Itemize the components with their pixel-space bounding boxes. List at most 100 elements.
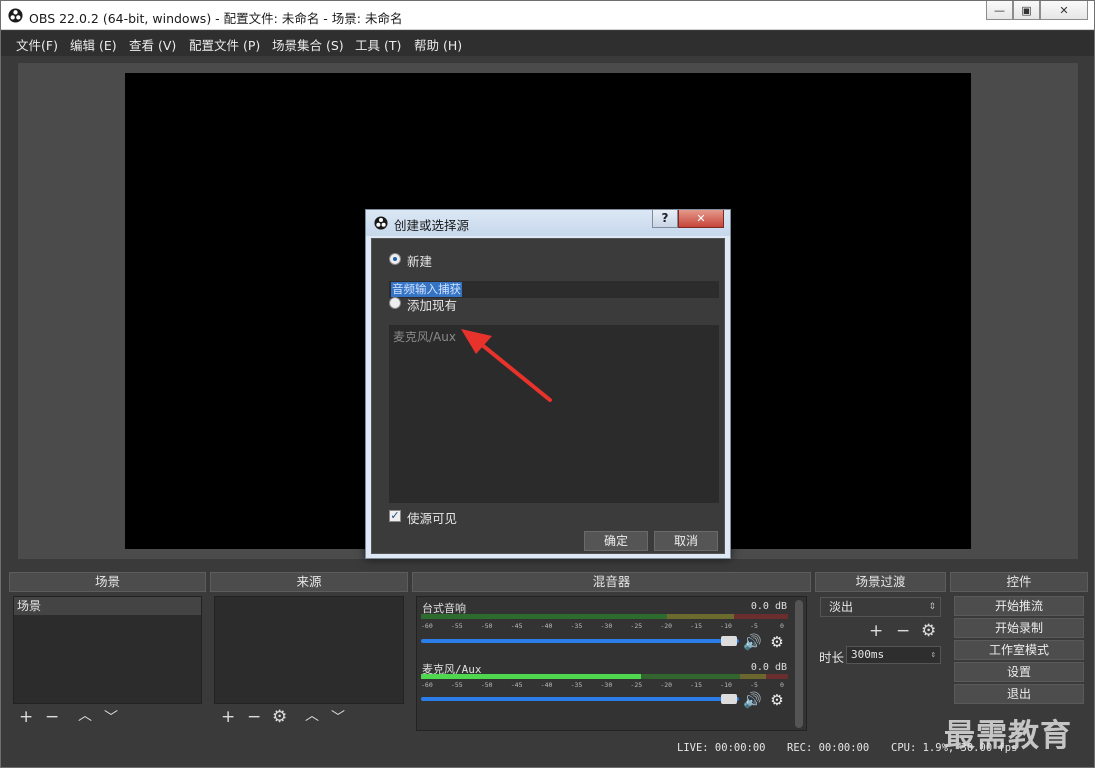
- menu-edit[interactable]: 编辑 (E): [70, 35, 117, 54]
- menu-help[interactable]: 帮助 (H): [414, 35, 462, 54]
- maximize-button[interactable]: ▣: [1013, 1, 1040, 20]
- sources-list[interactable]: [214, 596, 404, 704]
- remove-scene-minus-icon[interactable]: −: [45, 709, 59, 726]
- controls-dock-title: 控件: [950, 572, 1088, 592]
- duration-label: 时长: [819, 650, 845, 665]
- add-scene-plus-icon[interactable]: +: [19, 709, 33, 726]
- new-source-label: 新建: [407, 254, 433, 269]
- volume-meter: [421, 614, 788, 619]
- meter-tick-label: -20: [660, 681, 673, 689]
- start-streaming-button[interactable]: 开始推流: [954, 596, 1084, 616]
- obs-main-window: OBS 22.0.2 (64-bit, windows) - 配置文件: 未命名…: [0, 0, 1095, 768]
- meter-ticks: -60 -55 -50 -45 -40 -35 -30 -25 -20 -15 -10 -5 0: [421, 681, 788, 689]
- menu-tools[interactable]: 工具 (T): [355, 35, 401, 54]
- sources-dock-title: 来源: [210, 572, 408, 592]
- volume-slider-knob[interactable]: [721, 694, 737, 704]
- duration-spinbox[interactable]: 300ms ⇕: [846, 646, 941, 664]
- close-icon: ✕: [696, 212, 706, 225]
- move-scene-down-icon[interactable]: ﹀: [104, 710, 118, 727]
- volume-slider-knob[interactable]: [721, 636, 737, 646]
- meter-tick-label: -45: [510, 622, 523, 630]
- status-bar: LIVE: 00:00:00 REC: 00:00:00 CPU: 1.9%, …: [1, 738, 1094, 768]
- exit-button[interactable]: 退出: [954, 684, 1084, 704]
- ok-button[interactable]: 确定: [584, 531, 648, 551]
- minimize-icon: —: [994, 3, 1005, 17]
- cancel-button[interactable]: 取消: [654, 531, 718, 551]
- dialog-close-button[interactable]: ✕: [678, 210, 724, 228]
- start-recording-button[interactable]: 开始录制: [954, 618, 1084, 638]
- move-source-up-icon[interactable]: ︿: [305, 708, 319, 725]
- meter-tick-label: -10: [720, 622, 732, 630]
- meter-tick-label: -60: [421, 681, 433, 689]
- help-icon: ?: [661, 211, 669, 225]
- speaker-icon[interactable]: 🔊: [743, 691, 762, 709]
- meter-tick-label: -55: [450, 681, 463, 689]
- remove-source-minus-icon[interactable]: −: [247, 709, 261, 726]
- meter-tick-label: -30: [600, 622, 613, 630]
- meter-tick-label: -25: [630, 681, 643, 689]
- add-existing-label: 添加现有: [407, 298, 458, 313]
- transition-select[interactable]: 淡出 ⇕: [820, 597, 941, 617]
- track-db: 0.0 dB: [750, 601, 787, 612]
- combo-arrows-icon: ⇕: [928, 602, 936, 612]
- add-transition-plus-icon[interactable]: +: [869, 623, 883, 640]
- track-settings-gear-icon[interactable]: ⚙: [768, 691, 786, 709]
- annotation-arrow-icon: [461, 329, 552, 402]
- mixer-track-desktop: 台式音响 0.0 dB -60 -55 -50 -45 -40 -35 -30 -25 -20-…: [418, 599, 793, 657]
- meter-tick-label: -50: [480, 622, 493, 630]
- scene-item[interactable]: 场景: [14, 597, 201, 615]
- dialog-help-button[interactable]: ?: [652, 210, 678, 228]
- speaker-icon[interactable]: 🔊: [743, 633, 762, 651]
- mixer-track-mic: 麦克风/Aux 0.0 dB -60 -55 -50 -45 -40 -35 -30 -25-…: [418, 656, 793, 714]
- make-visible-checkbox[interactable]: ✓: [389, 510, 401, 522]
- obs-logo-icon: [8, 8, 23, 23]
- remove-transition-minus-icon[interactable]: −: [896, 623, 910, 640]
- meter-tick-label: -5: [750, 681, 758, 689]
- maximize-icon: ▣: [1021, 3, 1032, 17]
- move-scene-up-icon[interactable]: ︿: [78, 708, 92, 725]
- add-existing-radio[interactable]: [389, 297, 401, 309]
- meter-tick-label: -55: [450, 622, 463, 630]
- dialog-title: 创建或选择源: [394, 218, 470, 233]
- menu-profile[interactable]: 配置文件 (P): [189, 35, 260, 54]
- transition-properties-gear-icon[interactable]: ⚙: [921, 623, 936, 640]
- existing-source-item[interactable]: 麦克风/Aux: [393, 328, 456, 345]
- source-properties-gear-icon[interactable]: ⚙: [272, 709, 287, 726]
- volume-meter: [421, 674, 788, 679]
- move-source-down-icon[interactable]: ﹀: [331, 710, 345, 727]
- spin-arrows-icon: ⇕: [930, 650, 936, 660]
- dialog-title-bar: 创建或选择源 ? ✕: [366, 210, 730, 236]
- track-settings-gear-icon[interactable]: ⚙: [768, 633, 786, 651]
- settings-button[interactable]: 设置: [954, 662, 1084, 682]
- menu-scene-collection[interactable]: 场景集合 (S): [272, 35, 344, 54]
- scenes-dock-title: 场景: [9, 572, 206, 592]
- volume-slider[interactable]: [421, 639, 739, 643]
- meter-ticks: -60 -55 -50 -45 -40 -35 -30 -25 -20 -15 -10 -5 0: [421, 622, 788, 630]
- volume-slider[interactable]: [421, 697, 739, 701]
- meter-tick-label: -5: [750, 622, 758, 630]
- new-source-radio[interactable]: [389, 253, 401, 265]
- make-visible-label: 使源可见: [407, 511, 458, 526]
- close-button[interactable]: ✕: [1040, 1, 1088, 20]
- close-icon: ✕: [1059, 3, 1069, 17]
- obs-logo-icon: [374, 216, 388, 230]
- title-bar: OBS 22.0.2 (64-bit, windows) - 配置文件: 未命名…: [1, 1, 1094, 30]
- mixer-scrollbar[interactable]: [795, 600, 803, 728]
- meter-tick-label: -35: [570, 622, 583, 630]
- transition-select-value: 淡出: [829, 600, 854, 614]
- add-source-plus-icon[interactable]: +: [221, 709, 235, 726]
- menu-bar: 文件(F) 编辑 (E) 查看 (V) 配置文件 (P) 场景集合 (S) 工具…: [1, 31, 1094, 56]
- menu-view[interactable]: 查看 (V): [129, 35, 176, 54]
- meter-tick-label: 0: [780, 681, 784, 689]
- menu-file[interactable]: 文件(F): [16, 35, 58, 54]
- transitions-dock-title: 场景过渡: [815, 572, 946, 592]
- duration-value: 300ms: [851, 648, 885, 661]
- meter-tick-label: -15: [690, 681, 702, 689]
- meter-tick-label: -15: [690, 622, 702, 630]
- studio-mode-button[interactable]: 工作室模式: [954, 640, 1084, 660]
- watermark: 最需教育: [944, 718, 1072, 754]
- minimize-button[interactable]: —: [986, 1, 1013, 20]
- meter-tick-label: -60: [421, 622, 433, 630]
- mixer-dock-title: 混音器: [412, 572, 811, 592]
- meter-tick-label: -45: [510, 681, 523, 689]
